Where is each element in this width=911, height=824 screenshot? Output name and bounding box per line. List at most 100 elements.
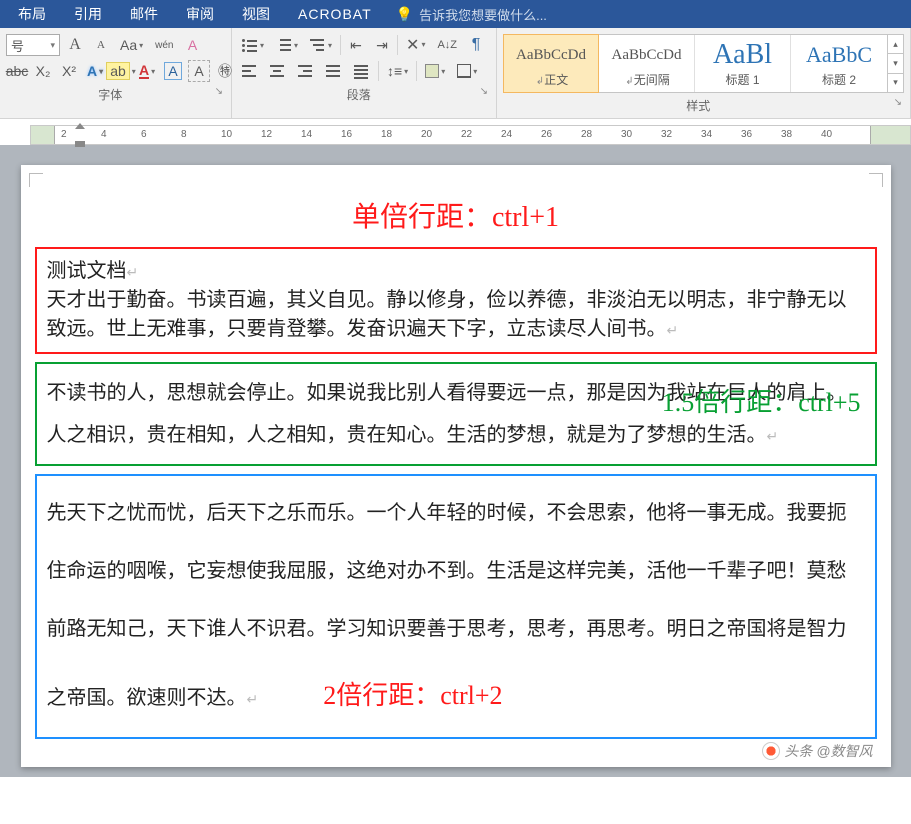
font-size-value: 号 — [11, 36, 24, 55]
style-preview: AaBbC — [793, 41, 885, 69]
text-effects-button[interactable]: A — [84, 60, 106, 82]
sort-button[interactable]: A↓Z — [433, 34, 461, 56]
phonetic-guide-button[interactable]: wén — [151, 34, 177, 56]
enclose-chars-button[interactable]: ㊕ — [214, 60, 236, 82]
single-spacing-textbox[interactable]: 测试文档↵ 天才出于勤奋。书读百遍，其义自见。静以修身，俭以养德，非淡泊无以明志… — [35, 247, 877, 354]
style-name: 标题 2 — [793, 71, 885, 88]
ruler-tick: 38 — [781, 129, 792, 140]
document-area: 单倍行距：ctrl+1 测试文档↵ 天才出于勤奋。书读百遍，其义自见。静以修身，… — [0, 145, 911, 777]
char-shading-icon: A — [164, 62, 181, 80]
font-dialog-launcher-icon[interactable]: ↘ — [215, 86, 223, 97]
ribbon: 号 ▾ A A Aa wén A abc X₂ X² A ab A A A ㊕ — [0, 28, 911, 119]
ruler-tick: 36 — [741, 129, 752, 140]
page-corner-icon — [29, 173, 43, 187]
tab-mailings[interactable]: 邮件 — [116, 0, 172, 30]
double-spacing-textbox[interactable]: 先天下之忧而忧，后天下之乐而乐。一个人年轻的时候，不会思索，他将一事无成。我要扼… — [35, 474, 877, 739]
style-preview: AaBbCcDd — [506, 41, 596, 69]
asian-layout-button[interactable]: ✕ — [402, 34, 429, 56]
ruler-tick: 22 — [461, 129, 472, 140]
ruler-tick: 30 — [621, 129, 632, 140]
paragraph-mark-icon: ↵ — [247, 693, 259, 708]
doc-text: 测试文档 — [47, 260, 127, 282]
shrink-font-button[interactable]: A — [90, 34, 112, 56]
shading-icon — [425, 64, 439, 78]
watermark-text: 头条 @数智风 — [784, 741, 872, 761]
paragraph-group: ⇤ ⇥ ✕ A↓Z ¶ ↕≡ 段落 ↘ — [232, 28, 497, 118]
styles-dialog-launcher-icon[interactable]: ↘ — [894, 97, 902, 108]
paragraph-dialog-launcher-icon[interactable]: ↘ — [480, 86, 488, 97]
increase-indent-button[interactable]: ⇥ — [371, 34, 393, 56]
first-line-indent-icon[interactable] — [75, 123, 85, 129]
style-normal[interactable]: AaBbCcDd ↲正文 — [503, 34, 599, 93]
ribbon-tabs: 布局 引用 邮件 审阅 视图 ACROBAT 💡 告诉我您想要做什么... — [0, 0, 911, 28]
tell-me-search[interactable]: 💡 告诉我您想要做什么... — [396, 5, 547, 24]
watermark-logo-icon — [762, 742, 780, 760]
style-heading-1[interactable]: AaBl 标题 1 — [695, 35, 791, 92]
paragraph-mark-icon: ↵ — [127, 266, 139, 281]
tab-acrobat[interactable]: ACROBAT — [284, 0, 386, 28]
align-right-button[interactable] — [294, 60, 318, 82]
style-name: ↲正文 — [506, 71, 596, 88]
horizontal-ruler[interactable]: 246810121416182022242628303234363840 — [30, 125, 911, 145]
align-center-button[interactable] — [266, 60, 290, 82]
ruler-tick: 16 — [341, 129, 352, 140]
tab-view[interactable]: 视图 — [228, 0, 284, 30]
multilevel-icon — [310, 38, 326, 52]
ruler-tick: 14 — [301, 129, 312, 140]
chevron-down-icon: ▾ — [50, 40, 55, 51]
highlight-button[interactable]: ab — [110, 60, 132, 82]
char-shading-button[interactable]: A — [162, 60, 184, 82]
gallery-more-button[interactable]: ▾ — [888, 74, 903, 92]
ruler-tick: 32 — [661, 129, 672, 140]
shading-button[interactable] — [421, 60, 449, 82]
decrease-indent-button[interactable]: ⇤ — [345, 34, 367, 56]
paragraph-mark-icon: ↵ — [667, 324, 679, 339]
tab-references[interactable]: 引用 — [60, 0, 116, 30]
ruler-tick: 12 — [261, 129, 272, 140]
ruler-tick: 40 — [821, 129, 832, 140]
style-preview: AaBbCcDd — [601, 41, 692, 69]
hanging-indent-icon[interactable] — [75, 141, 85, 147]
clear-formatting-button[interactable]: A — [182, 34, 204, 56]
ruler-tick: 28 — [581, 129, 592, 140]
ruler-tick: 6 — [141, 129, 147, 140]
style-preview: AaBl — [697, 41, 788, 69]
font-size-combo[interactable]: 号 ▾ — [6, 34, 60, 56]
tab-review[interactable]: 审阅 — [172, 0, 228, 30]
char-border-button[interactable]: A — [188, 60, 210, 82]
borders-button[interactable] — [453, 60, 481, 82]
justify-button[interactable] — [322, 60, 346, 82]
ruler-tick: 4 — [101, 129, 107, 140]
highlight-icon: ab — [106, 62, 130, 80]
font-group-label: 字体 ↘ — [6, 82, 225, 105]
font-color-button[interactable]: A — [136, 60, 158, 82]
ruler-right-margin[interactable] — [870, 126, 910, 144]
ruler-left-margin[interactable] — [31, 126, 55, 144]
subscript-button[interactable]: X₂ — [32, 60, 54, 82]
page-corner-icon — [869, 173, 883, 187]
bullets-button[interactable] — [238, 34, 268, 56]
onehalf-spacing-textbox[interactable]: 1.5倍行距：ctrl+5 不读书的人，思想就会停止。如果说我比别人看得要远一点… — [35, 362, 877, 466]
line-spacing-button[interactable]: ↕≡ — [383, 60, 412, 82]
strikethrough-button[interactable]: abc — [6, 60, 28, 82]
show-marks-button[interactable]: ¶ — [465, 34, 487, 56]
change-case-button[interactable]: Aa — [116, 34, 147, 56]
page[interactable]: 单倍行距：ctrl+1 测试文档↵ 天才出于勤奋。书读百遍，其义自见。静以修身，… — [21, 165, 891, 767]
gallery-down-button[interactable]: ▾ — [888, 54, 903, 73]
style-no-spacing[interactable]: AaBbCcDd ↲无间隔 — [599, 35, 695, 92]
style-heading-2[interactable]: AaBbC 标题 2 — [791, 35, 887, 92]
grow-font-button[interactable]: A — [64, 34, 86, 56]
distribute-button[interactable] — [350, 60, 374, 82]
styles-gallery: AaBbCcDd ↲正文 AaBbCcDd ↲无间隔 AaBl 标题 1 AaB… — [503, 34, 904, 93]
styles-group-label: 样式 ↘ — [503, 93, 904, 116]
font-color-icon: A — [139, 63, 149, 79]
lightbulb-icon: 💡 — [396, 6, 413, 23]
multilevel-list-button[interactable] — [306, 34, 336, 56]
paragraph-group-label: 段落 ↘ — [238, 82, 490, 105]
superscript-button[interactable]: X² — [58, 60, 80, 82]
numbering-button[interactable] — [272, 34, 302, 56]
tab-layout[interactable]: 布局 — [4, 0, 60, 30]
ruler-tick: 24 — [501, 129, 512, 140]
align-left-button[interactable] — [238, 60, 262, 82]
gallery-up-button[interactable]: ▴ — [888, 35, 903, 54]
